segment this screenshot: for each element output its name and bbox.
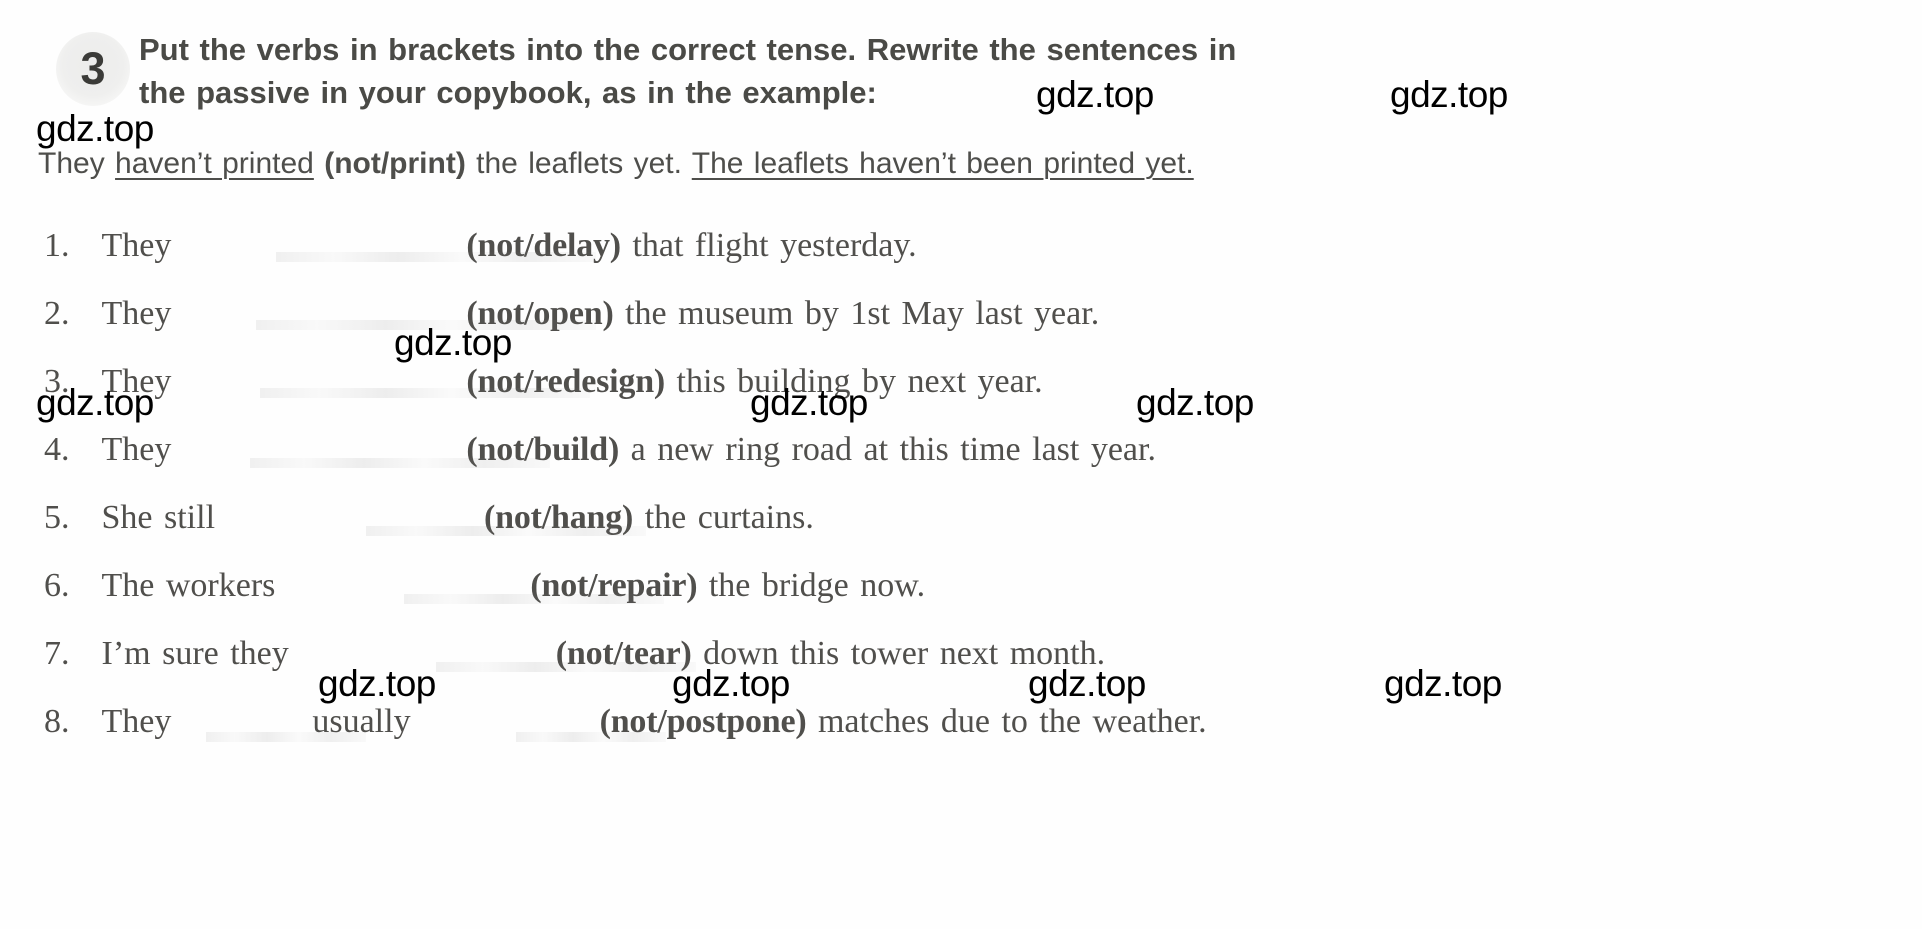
instruction-line-1: Put the verbs in brackets into the corre… [139,32,1237,67]
item-subject: I’m sure they [101,635,289,672]
example-subject: They [38,147,105,180]
example-tail: the leaflets yet. [476,147,682,180]
exercise-item: 7. I’m sure they (not/tear) down this to… [36,620,1896,688]
item-subject: They [101,703,172,740]
item-number: 7. [44,635,70,672]
item-number: 5. [44,499,70,536]
exercise-item: 6. The workers (not/repair) the bridge n… [36,552,1896,620]
item-number: 8. [44,703,70,740]
watermark: gdz.top [672,663,790,704]
exercise-item: 1. They (not/delay) that flight yesterda… [36,212,1896,280]
watermark: gdz.top [36,382,154,423]
item-tail: a new ring road at this time last year. [630,431,1156,468]
item-tail: that flight yesterday. [632,227,917,264]
exercise-item: 5. She still (not/hang) the curtains. [36,484,1896,552]
exercise-items: 1. They (not/delay) that flight yesterda… [36,212,1896,756]
item-subject: They [101,431,172,468]
item-verb-cue: (not/postpone) [599,703,807,740]
watermark: gdz.top [394,322,512,363]
item-subject: The workers [101,567,276,604]
item-tail: the bridge now. [708,567,926,604]
item-subject: They [101,227,172,264]
exercise-item: 8. They usually (not/postpone) matches d… [36,688,1896,756]
example-sentence: They haven’t printed (not/print) the lea… [38,145,1528,183]
watermark: gdz.top [36,108,154,149]
exercise-instruction: Put the verbs in brackets into the corre… [139,28,1529,114]
worksheet-page: 3 Put the verbs in brackets into the cor… [0,0,1922,929]
example-answer: haven’t printed [115,147,314,180]
item-verb-cue: (not/hang) [484,499,634,536]
watermark: gdz.top [1136,382,1254,423]
item-tail: matches due to the weather. [817,703,1207,740]
item-number: 1. [44,227,70,264]
watermark: gdz.top [1028,663,1146,704]
exercise-number: 3 [80,42,106,94]
exercise-number-badge: 3 [56,32,130,106]
watermark: gdz.top [1384,663,1502,704]
example-rewrite: The leaflets haven’t been printed yet. [691,147,1194,180]
exercise-item: 2. They (not/open) the museum by 1st May… [36,280,1896,348]
item-subject: They [101,295,172,332]
item-tail: the museum by 1st May last year. [625,295,1100,332]
watermark: gdz.top [1036,74,1154,115]
item-subject: She still [101,499,216,536]
instruction-line-2: the passive in your copybook, as in the … [139,75,877,110]
item-verb-cue: (not/delay) [466,227,621,264]
item-verb-cue: (not/build) [466,431,620,468]
item-verb-cue: (not/redesign) [466,363,666,400]
exercise-item: 3. They (not/redesign) this building by … [36,348,1896,416]
example-verb-cue: (not/print) [324,147,466,180]
watermark: gdz.top [318,663,436,704]
exercise-item: 4. They (not/build) a new ring road at t… [36,416,1896,484]
item-number: 4. [44,431,70,468]
exercise-heading: 3 Put the verbs in brackets into the cor… [44,28,1884,114]
item-number: 6. [44,567,70,604]
item-verb-cue: (not/repair) [530,567,698,604]
watermark: gdz.top [750,382,868,423]
watermark: gdz.top [1390,74,1508,115]
item-number: 2. [44,295,70,332]
item-tail: the curtains. [644,499,814,536]
